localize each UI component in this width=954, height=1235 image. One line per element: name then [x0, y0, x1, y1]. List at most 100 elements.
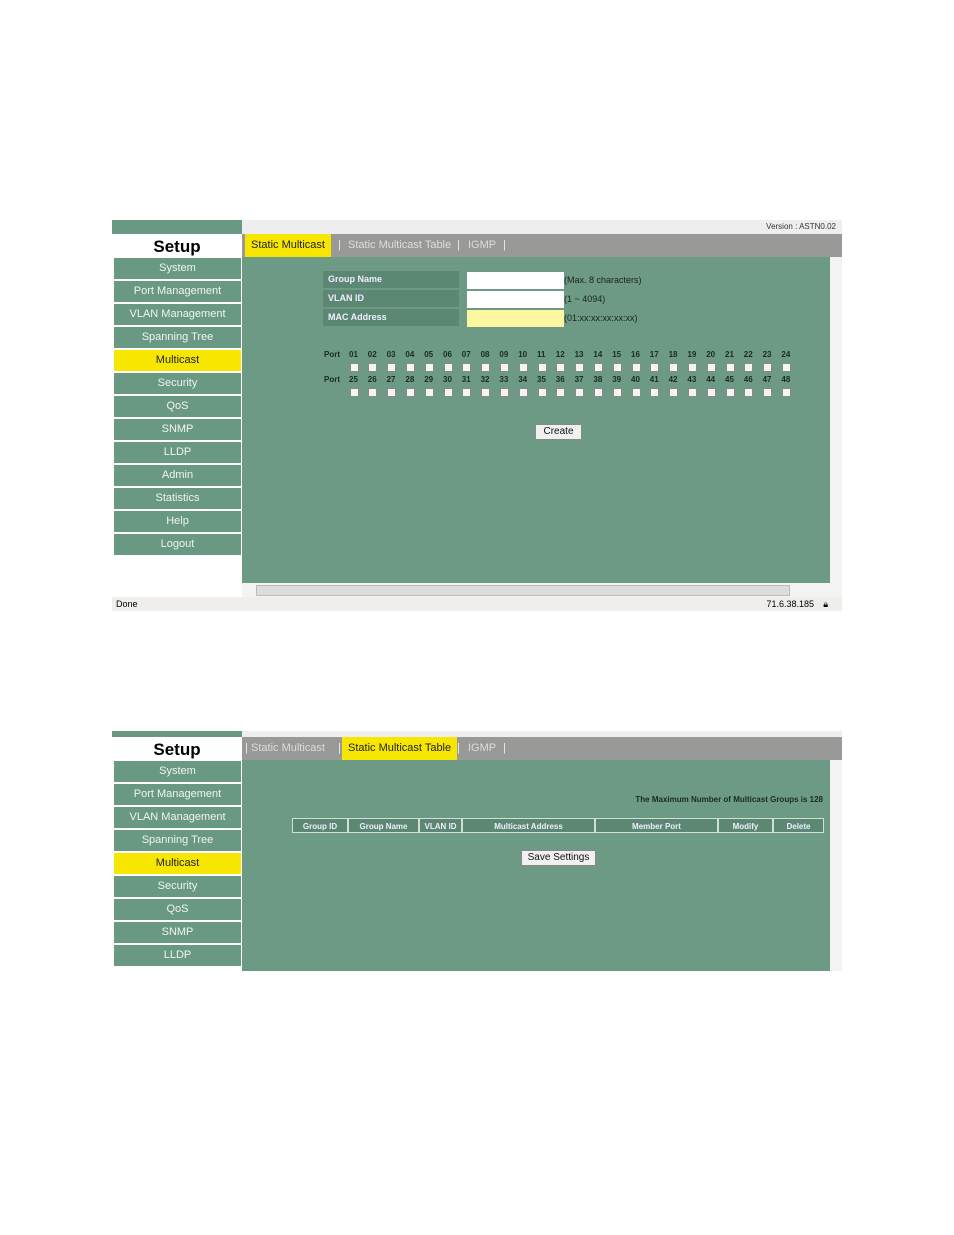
port-35-checkbox[interactable]	[537, 388, 547, 397]
port-06-checkbox[interactable]	[443, 363, 453, 372]
sidebar-item-spanning-tree[interactable]: Spanning Tree	[114, 327, 241, 348]
column-header-modify: Modify	[718, 818, 773, 833]
group-name-input[interactable]	[467, 272, 564, 289]
vlan-id-input[interactable]	[467, 291, 564, 308]
create-button[interactable]: Create	[535, 424, 582, 440]
sidebar-item-system[interactable]: System	[114, 761, 241, 782]
port-36-checkbox[interactable]	[556, 388, 566, 397]
sidebar: Setup System Port Management VLAN Manageme…	[112, 220, 242, 583]
port-38-checkbox[interactable]	[593, 388, 603, 397]
port-22-checkbox[interactable]	[744, 363, 754, 372]
tab-static-multicast[interactable]: Static Multicast	[251, 737, 325, 760]
sidebar-item-lldp[interactable]: LLDP	[114, 945, 241, 966]
port-19-checkbox[interactable]	[687, 363, 697, 372]
sidebar-item-system[interactable]: System	[114, 258, 241, 279]
port-number: 02	[367, 350, 377, 359]
port-05-checkbox[interactable]	[424, 363, 434, 372]
sidebar-item-port-management[interactable]: Port Management	[114, 784, 241, 805]
sidebar-item-logout[interactable]: Logout	[114, 534, 241, 555]
tab-static-multicast-table[interactable]: Static Multicast Table	[348, 234, 451, 257]
port-32-checkbox[interactable]	[481, 388, 491, 397]
port-04-checkbox[interactable]	[405, 363, 415, 372]
port-number: 44	[706, 375, 716, 384]
port-16-checkbox[interactable]	[631, 363, 641, 372]
port-45-checkbox[interactable]	[725, 388, 735, 397]
port-09-checkbox[interactable]	[499, 363, 509, 372]
sidebar-item-qos[interactable]: QoS	[114, 899, 241, 920]
port-30-checkbox[interactable]	[443, 388, 453, 397]
port-43-checkbox[interactable]	[687, 388, 697, 397]
port-23-checkbox[interactable]	[763, 363, 773, 372]
sidebar-item-vlan-management[interactable]: VLAN Management	[114, 807, 241, 828]
port-33-checkbox[interactable]	[499, 388, 509, 397]
port-39-checkbox[interactable]	[612, 388, 622, 397]
mac-address-input[interactable]	[467, 310, 564, 327]
port-21-checkbox[interactable]	[725, 363, 735, 372]
port-number: 42	[668, 375, 678, 384]
sidebar-item-multicast[interactable]: Multicast	[114, 350, 241, 371]
sidebar-item-admin[interactable]: Admin	[114, 465, 241, 486]
sidebar-item-snmp[interactable]: SNMP	[114, 419, 241, 440]
port-number: 25	[349, 375, 358, 384]
sidebar-item-qos[interactable]: QoS	[114, 396, 241, 417]
port-number: 43	[687, 375, 697, 384]
port-08-checkbox[interactable]	[481, 363, 491, 372]
lock-icon: 🔒︎	[823, 599, 828, 609]
sidebar-item-vlan-management[interactable]: VLAN Management	[114, 304, 241, 325]
port-44-checkbox[interactable]	[706, 388, 716, 397]
vertical-scrollbar[interactable]	[830, 760, 842, 971]
port-01-checkbox[interactable]	[349, 363, 359, 372]
sidebar-item-snmp[interactable]: SNMP	[114, 922, 241, 943]
port-14-checkbox[interactable]	[593, 363, 603, 372]
vertical-scrollbar[interactable]	[830, 257, 842, 583]
port-18-checkbox[interactable]	[669, 363, 679, 372]
port-26-checkbox[interactable]	[368, 388, 378, 397]
port-number: 30	[443, 375, 452, 384]
port-40-checkbox[interactable]	[631, 388, 641, 397]
save-settings-button[interactable]: Save Settings	[521, 850, 596, 866]
port-11-checkbox[interactable]	[537, 363, 547, 372]
tab-static-multicast-table[interactable]: Static Multicast Table	[342, 737, 458, 760]
port-07-checkbox[interactable]	[462, 363, 472, 372]
port-number: 46	[743, 375, 753, 384]
sidebar-item-security[interactable]: Security	[114, 373, 241, 394]
port-41-checkbox[interactable]	[650, 388, 660, 397]
port-37-checkbox[interactable]	[575, 388, 585, 397]
port-28-checkbox[interactable]	[405, 388, 415, 397]
port-12-checkbox[interactable]	[556, 363, 566, 372]
port-number: 28	[405, 375, 415, 384]
port-10-checkbox[interactable]	[518, 363, 528, 372]
sidebar-item-multicast[interactable]: Multicast	[114, 853, 241, 874]
port-17-checkbox[interactable]	[650, 363, 660, 372]
port-48-checkbox[interactable]	[781, 388, 791, 397]
port-47-checkbox[interactable]	[763, 388, 773, 397]
port-29-checkbox[interactable]	[424, 388, 434, 397]
port-20-checkbox[interactable]	[706, 363, 716, 372]
port-27-checkbox[interactable]	[387, 388, 397, 397]
port-42-checkbox[interactable]	[669, 388, 679, 397]
field-hint: (01:xx:xx:xx:xx:xx)	[564, 313, 638, 323]
tab-igmp[interactable]: IGMP	[468, 234, 496, 257]
tab-static-multicast[interactable]: Static Multicast	[245, 234, 331, 257]
port-03-checkbox[interactable]	[387, 363, 397, 372]
port-31-checkbox[interactable]	[462, 388, 472, 397]
port-number: 26	[367, 375, 377, 384]
port-46-checkbox[interactable]	[744, 388, 754, 397]
port-25-checkbox[interactable]	[349, 388, 359, 397]
port-15-checkbox[interactable]	[612, 363, 622, 372]
screenshot-static-multicast-table: Setup System Port Management VLAN Manageme…	[112, 731, 842, 971]
port-34-checkbox[interactable]	[518, 388, 528, 397]
port-02-checkbox[interactable]	[368, 363, 378, 372]
sidebar-item-port-management[interactable]: Port Management	[114, 281, 241, 302]
sidebar-item-help[interactable]: Help	[114, 511, 241, 532]
tab-separator: |	[338, 742, 341, 754]
horizontal-scrollbar[interactable]	[242, 583, 842, 597]
sidebar-item-lldp[interactable]: LLDP	[114, 442, 241, 463]
sidebar-item-spanning-tree[interactable]: Spanning Tree	[114, 830, 241, 851]
sidebar-item-security[interactable]: Security	[114, 876, 241, 897]
tab-igmp[interactable]: IGMP	[468, 737, 496, 760]
port-number: 12	[555, 350, 565, 359]
port-24-checkbox[interactable]	[781, 363, 791, 372]
port-13-checkbox[interactable]	[575, 363, 585, 372]
sidebar-item-statistics[interactable]: Statistics	[114, 488, 241, 509]
